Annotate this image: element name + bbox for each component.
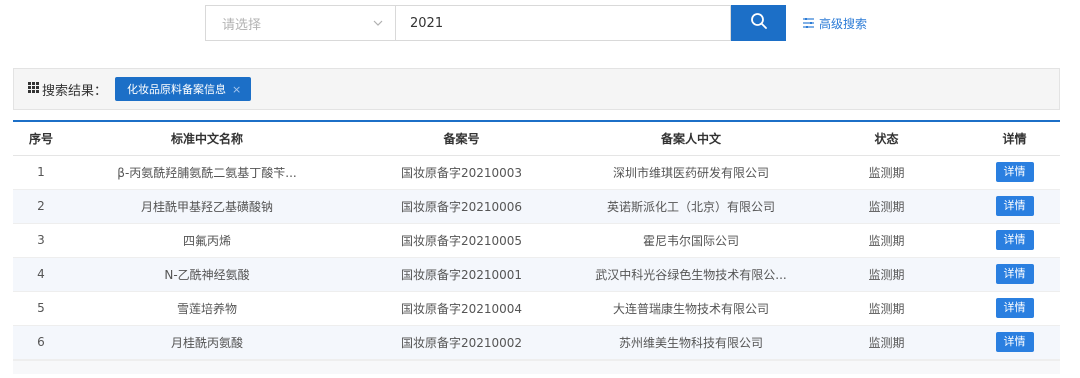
results-table: 序号 标准中文名称 备案号 备案人中文 状态 详情 1 β-丙氨酰羟脯氨酰二氨基… <box>13 120 1060 374</box>
cell-record-no: 国妆原备字20210006 <box>345 189 578 224</box>
cell-status: 监测期 <box>804 223 969 258</box>
cell-name: N-乙酰神经氨酸 <box>69 257 345 292</box>
results-bar: 搜索结果： 化妆品原料备案信息 × <box>13 68 1060 110</box>
cell-index: 1 <box>13 155 69 190</box>
close-icon[interactable]: × <box>232 83 241 96</box>
detail-button[interactable]: 详情 <box>995 230 1034 250</box>
cell-name: 雪莲培养物 <box>69 291 345 326</box>
header-status: 状态 <box>804 122 969 156</box>
cell-detail: 详情 <box>969 257 1060 292</box>
header-record-no: 备案号 <box>345 122 578 156</box>
cell-record-no: 国妆原备字20210001 <box>345 257 578 292</box>
cell-applicant: 英诺斯派化工（北京）有限公司 <box>578 189 804 224</box>
header-index: 序号 <box>13 122 69 156</box>
search-button[interactable] <box>731 5 786 41</box>
cell-index: 5 <box>13 291 69 326</box>
cell-status: 监测期 <box>804 189 969 224</box>
results-label: 搜索结果： <box>42 83 108 99</box>
detail-button[interactable]: 详情 <box>995 298 1034 318</box>
cell-name: 月桂酰丙氨酸 <box>69 325 345 360</box>
table-footer-strip <box>13 359 1060 374</box>
results-label-group: 搜索结果： <box>28 80 107 99</box>
grid-icon <box>28 81 39 97</box>
cell-index: 4 <box>13 257 69 292</box>
cell-name: 月桂酰甲基羟乙基磺酸钠 <box>69 189 345 224</box>
filter-tag-label: 化妆品原料备案信息 <box>127 83 227 96</box>
cell-detail: 详情 <box>969 189 1060 224</box>
cell-index: 2 <box>13 189 69 224</box>
filter-tag[interactable]: 化妆品原料备案信息 × <box>115 77 252 101</box>
cell-detail: 详情 <box>969 223 1060 258</box>
detail-button[interactable]: 详情 <box>995 162 1034 182</box>
cell-detail: 详情 <box>969 291 1060 326</box>
cell-index: 3 <box>13 223 69 258</box>
detail-button[interactable]: 详情 <box>995 332 1034 352</box>
detail-button[interactable]: 详情 <box>995 196 1034 216</box>
cell-applicant: 深圳市维琪医药研发有限公司 <box>578 155 804 190</box>
table-row: 6 月桂酰丙氨酸 国妆原备字20210002 苏州维美生物科技有限公司 监测期 … <box>13 325 1060 360</box>
cell-index: 6 <box>13 325 69 360</box>
cell-status: 监测期 <box>804 155 969 190</box>
cell-record-no: 国妆原备字20210005 <box>345 223 578 258</box>
header-name: 标准中文名称 <box>69 122 345 156</box>
table-row: 4 N-乙酰神经氨酸 国妆原备字20210001 武汉中科光谷绿色生物技术有限公… <box>13 257 1060 292</box>
cell-applicant: 霍尼韦尔国际公司 <box>578 223 804 258</box>
advanced-search-link[interactable]: 高级搜索 <box>803 15 867 32</box>
cell-detail: 详情 <box>969 325 1060 360</box>
header-detail: 详情 <box>969 122 1060 156</box>
cell-applicant: 苏州维美生物科技有限公司 <box>578 325 804 360</box>
search-input[interactable] <box>395 5 731 41</box>
category-select-placeholder: 请选择 <box>222 17 262 33</box>
header-applicant: 备案人中文 <box>578 122 804 156</box>
cell-name: 四氟丙烯 <box>69 223 345 258</box>
cell-status: 监测期 <box>804 291 969 326</box>
table-row: 5 雪莲培养物 国妆原备字20210004 大连普瑞康生物技术有限公司 监测期 … <box>13 291 1060 326</box>
cell-status: 监测期 <box>804 325 969 360</box>
advanced-search-label: 高级搜索 <box>819 17 868 31</box>
cell-detail: 详情 <box>969 155 1060 190</box>
cell-record-no: 国妆原备字20210004 <box>345 291 578 326</box>
cell-record-no: 国妆原备字20210003 <box>345 155 578 190</box>
table-row: 2 月桂酰甲基羟乙基磺酸钠 国妆原备字20210006 英诺斯派化工（北京）有限… <box>13 189 1060 224</box>
table-row: 3 四氟丙烯 国妆原备字20210005 霍尼韦尔国际公司 监测期 详情 <box>13 223 1060 258</box>
cell-name: β-丙氨酰羟脯氨酰二氨基丁酸苄... <box>69 155 345 190</box>
detail-button[interactable]: 详情 <box>995 264 1034 284</box>
cell-applicant: 武汉中科光谷绿色生物技术有限公... <box>578 257 804 292</box>
category-select[interactable]: 请选择 <box>205 5 395 41</box>
cell-status: 监测期 <box>804 257 969 292</box>
cell-applicant: 大连普瑞康生物技术有限公司 <box>578 291 804 326</box>
search-icon <box>750 12 768 34</box>
chevron-down-icon <box>367 12 389 34</box>
table-row: 1 β-丙氨酰羟脯氨酰二氨基丁酸苄... 国妆原备字20210003 深圳市维琪… <box>13 155 1060 190</box>
filter-lines-icon <box>803 17 814 31</box>
cell-record-no: 国妆原备字20210002 <box>345 325 578 360</box>
table-header-row: 序号 标准中文名称 备案号 备案人中文 状态 详情 <box>13 122 1060 156</box>
